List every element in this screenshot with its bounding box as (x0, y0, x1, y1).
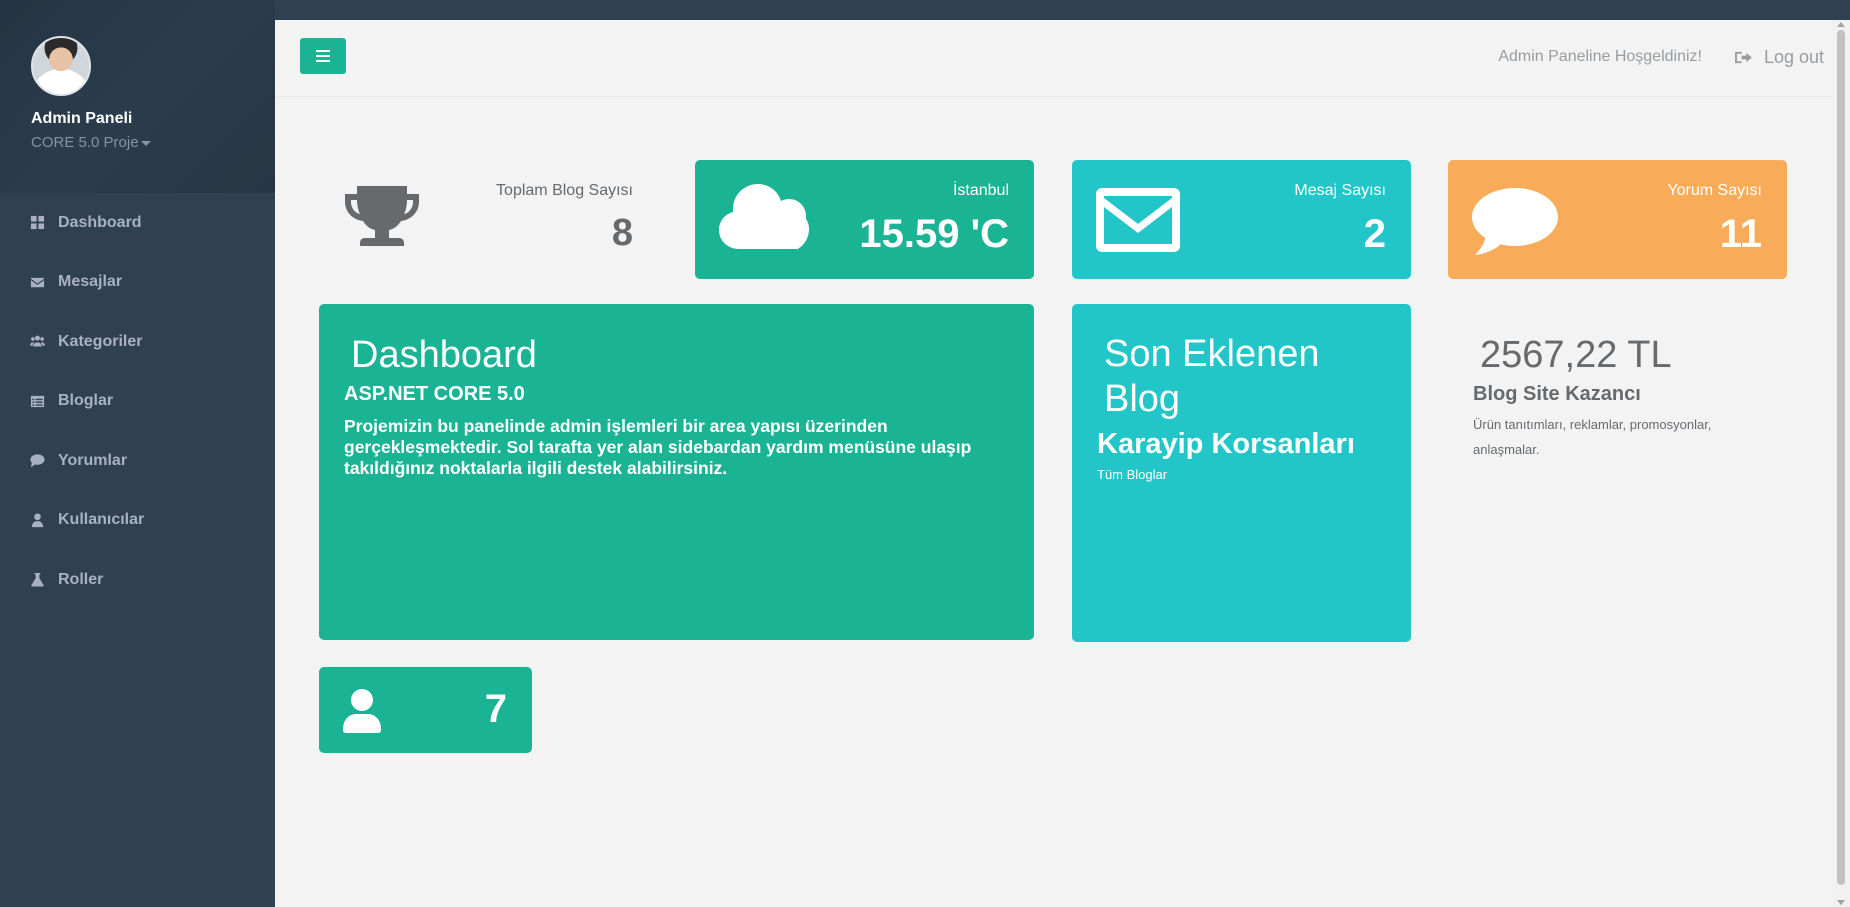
earnings-title: Blog Site Kazancı (1473, 383, 1641, 405)
flask-icon (30, 572, 50, 587)
message-count-label: Mesaj Sayısı (1294, 182, 1386, 199)
message-count-value: 2 (1363, 212, 1386, 256)
logout-link[interactable]: Log out (1735, 47, 1824, 68)
comment-bubble-icon (1472, 188, 1558, 255)
sidebar-item-bloglar[interactable]: Bloglar (0, 372, 275, 432)
profile-sub-label: CORE 5.0 Proje (31, 134, 139, 151)
dashboard-subtitle: ASP.NET CORE 5.0 (344, 383, 525, 405)
sidebar-item-kullanicilar[interactable]: Kullanıcılar (0, 491, 275, 551)
weather-city: İstanbul (952, 182, 1009, 199)
earnings-description: Ürün tanıtımları, reklamlar, promosyonla… (1473, 417, 1712, 457)
caret-down-icon (140, 140, 151, 146)
profile-header: Admin Paneli CORE 5.0 Proje (0, 0, 275, 193)
sidebar-item-mesajlar[interactable]: Mesajlar (0, 253, 275, 313)
last-blog-title: Karayip Korsanları (1097, 428, 1355, 460)
earnings-card: 2567,22 TL Blog Site Kazancı Ürün tanıtı… (1448, 304, 1787, 642)
logout-label: Log out (1763, 47, 1824, 67)
scrollbar[interactable] (1832, 20, 1850, 907)
message-count-widget: Mesaj Sayısı 2 (1072, 160, 1411, 279)
blog-count-value: 8 (611, 212, 633, 254)
comment-icon (30, 453, 50, 468)
comment-count-label: Yorum Sayısı (1667, 182, 1762, 199)
sidebar-item-roller[interactable]: Roller (0, 550, 275, 610)
sidebar-nav: Dashboard Mesajlar Kategoriler Bloglar Y… (0, 193, 275, 610)
users-icon (30, 334, 50, 349)
sidebar-item-label: Mesajlar (58, 273, 123, 291)
sidebar-item-label: Kullanıcılar (58, 511, 145, 529)
dashboard-info-card: Dashboard ASP.NET CORE 5.0 Projemizin bu… (319, 304, 1034, 640)
list-icon (30, 394, 50, 409)
blog-count-label: Toplam Blog Sayısı (496, 182, 633, 199)
scroll-down-arrow-icon[interactable] (1837, 900, 1845, 905)
envelope-icon (1096, 188, 1180, 252)
weather-widget: İstanbul 15.59 'C (695, 160, 1034, 279)
top-strip (275, 0, 1850, 20)
sidebar-item-label: Dashboard (58, 213, 142, 231)
sidebar-item-label: Kategoriler (58, 332, 143, 350)
sidebar-item-dashboard[interactable]: Dashboard (0, 193, 275, 253)
dashboard-title: Dashboard (351, 334, 537, 376)
earnings-value: 2567,22 TL (1480, 334, 1672, 376)
envelope-icon (30, 275, 50, 290)
sign-out-icon (1735, 51, 1752, 64)
user-count-widget: 7 (319, 667, 532, 753)
hamburger-icon (316, 50, 330, 62)
all-blogs-link[interactable]: Tüm Bloglar (1097, 467, 1386, 482)
scroll-up-arrow-icon[interactable] (1837, 22, 1845, 27)
sidebar: Admin Paneli CORE 5.0 Proje Dashboard Me… (0, 0, 275, 907)
top-navbar: Admin Paneline Hoşgeldiniz! Log out (275, 20, 1832, 97)
last-blog-card: Son Eklenen Blog Karayip Korsanları Tüm … (1072, 304, 1411, 642)
cloud-icon (719, 184, 809, 249)
welcome-message: Admin Paneline Hoşgeldiniz! (1498, 48, 1702, 65)
profile-name: Admin Paneli (31, 110, 133, 127)
blog-count-widget: Toplam Blog Sayısı 8 (319, 160, 639, 279)
sidebar-item-kategoriler[interactable]: Kategoriler (0, 312, 275, 372)
sidebar-item-label: Bloglar (58, 392, 114, 410)
last-blog-heading: Son Eklenen Blog (1104, 333, 1320, 420)
sidebar-item-yorumlar[interactable]: Yorumlar (0, 431, 275, 491)
scrollbar-thumb[interactable] (1837, 30, 1845, 885)
user-icon (343, 689, 381, 733)
profile-dropdown[interactable]: CORE 5.0 Proje (31, 134, 275, 151)
user-icon (30, 513, 50, 528)
comment-count-value: 11 (1719, 212, 1762, 256)
comment-count-widget: Yorum Sayısı 11 (1448, 160, 1787, 279)
sidebar-item-label: Yorumlar (58, 451, 128, 469)
dashboard-icon (30, 215, 50, 230)
menu-toggle-button[interactable] (300, 38, 346, 74)
sidebar-item-label: Roller (58, 570, 104, 588)
user-count-value: 7 (484, 687, 507, 731)
trophy-icon (345, 186, 419, 246)
dashboard-description: Projemizin bu panelinde admin işlemleri … (344, 416, 972, 478)
avatar[interactable] (31, 36, 91, 96)
weather-temperature: 15.59 'C (859, 212, 1009, 256)
